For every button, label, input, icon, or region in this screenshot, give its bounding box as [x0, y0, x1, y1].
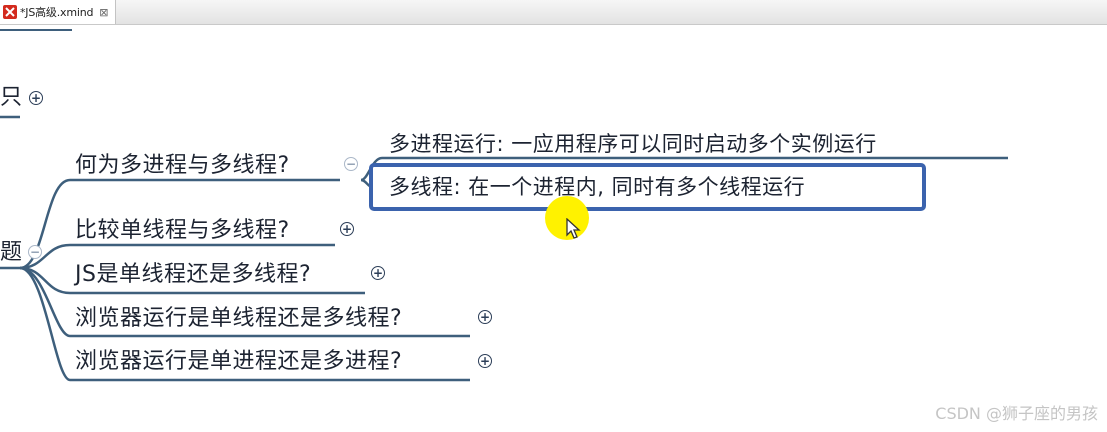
collapse-icon[interactable]: − [28, 245, 42, 259]
watermark: CSDN @狮子座的男孩 [935, 404, 1098, 423]
parent-topic-fragment-top[interactable]: 只 [0, 84, 23, 112]
topic-compare-threads[interactable]: 比较单线程与多线程? [75, 217, 290, 245]
expand-icon[interactable]: + [340, 222, 354, 236]
subtopic-multi-process[interactable]: 多进程运行: 一应用程序可以同时启动多个实例运行 [389, 130, 877, 158]
topic-browser-process[interactable]: 浏览器运行是单进程还是多进程? [75, 348, 402, 376]
topic-js-thread[interactable]: JS是单线程还是多线程? [75, 261, 311, 289]
mouse-pointer-icon [566, 218, 581, 239]
topic-multi-process-thread[interactable]: 何为多进程与多线程? [75, 152, 290, 180]
expand-icon[interactable]: + [371, 266, 385, 280]
expand-icon[interactable]: + [29, 91, 43, 105]
parent-topic-fragment-middle[interactable]: 题 [0, 239, 23, 267]
subtopic-multi-thread[interactable]: 多线程: 在一个进程内, 同时有多个线程运行 [389, 173, 805, 201]
expand-icon[interactable]: + [478, 354, 492, 368]
topic-browser-thread[interactable]: 浏览器运行是单线程还是多线程? [75, 305, 402, 333]
mindmap-canvas[interactable]: 只 + 题 − 何为多进程与多线程? − 多进程运行: 一应用程序可以同时启动多… [0, 0, 1107, 432]
expand-icon[interactable]: + [478, 310, 492, 324]
collapse-icon[interactable]: − [344, 157, 358, 171]
